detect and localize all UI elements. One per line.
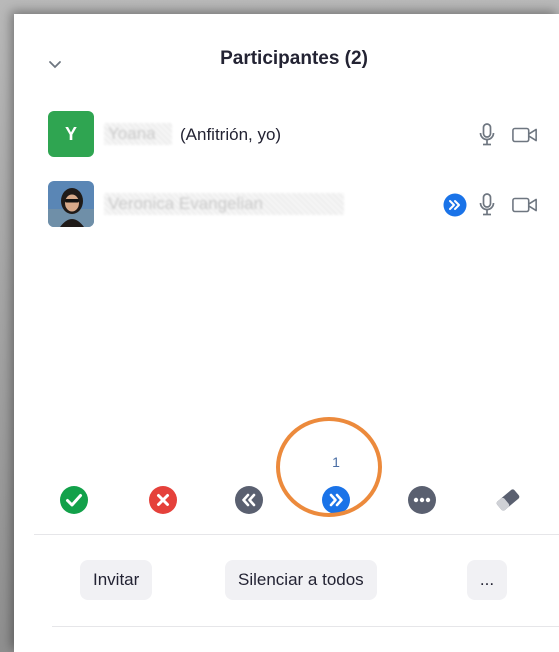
more-options-ellipsis-icon[interactable] [406,484,438,516]
divider [34,534,559,535]
mute-all-button[interactable]: Silenciar a todos [225,560,377,600]
breakout-count: 1 [332,454,340,470]
invite-button[interactable]: Invitar [80,560,153,600]
avatar [48,181,94,227]
go-slower-rewind-icon[interactable] [233,484,265,516]
participant-name: Veronica Evangelian [104,193,344,215]
participant-name: Yoana [104,123,172,145]
participant-row[interactable]: Veronica Evangelian [48,181,548,229]
reaction-bar [14,484,559,524]
yes-check-icon[interactable] [58,484,90,516]
microphone-icon[interactable] [474,193,500,217]
participants-panel: Participantes (2) Y Yoana (Anfitrión, yo… [14,14,559,652]
collapse-chevron-down-icon[interactable] [46,56,64,74]
participant-row[interactable]: Y Yoana (Anfitrión, yo) [48,111,548,159]
window-frame: Participantes (2) Y Yoana (Anfitrión, yo… [0,0,559,652]
microphone-icon[interactable] [474,123,500,147]
go-faster-forward-icon[interactable] [320,484,352,516]
eraser-clear-icon[interactable] [492,484,524,516]
panel-title: Participantes (2) [220,48,368,69]
video-camera-icon[interactable] [512,123,538,147]
join-breakout-forward-icon[interactable] [442,193,468,217]
avatar: Y [48,111,94,157]
video-camera-icon[interactable] [512,193,538,217]
participant-role: (Anfitrión, yo) [180,125,282,144]
divider [52,626,559,627]
more-button[interactable]: ... [467,560,507,600]
no-cross-icon[interactable] [147,484,179,516]
